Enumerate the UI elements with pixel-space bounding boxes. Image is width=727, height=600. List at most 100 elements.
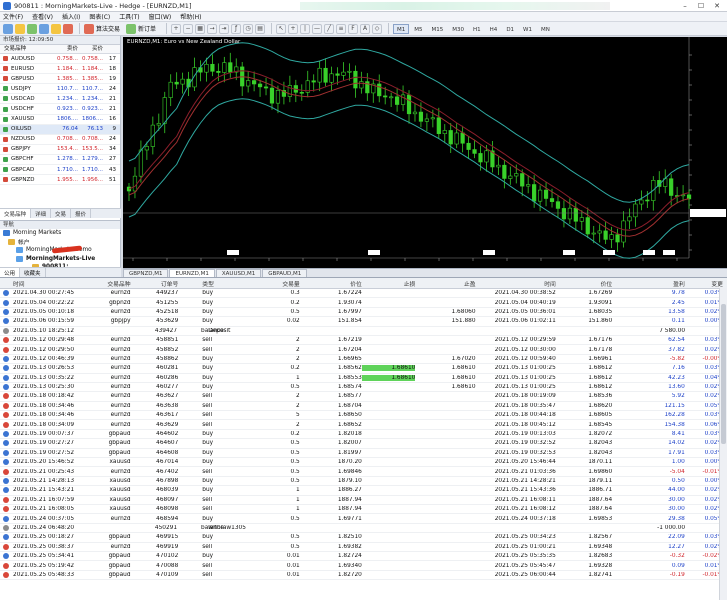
table-row[interactable]: 2021.05.21 15:43:21 xauusd 468039 buy 1 1886.… [0,486,727,496]
trendline-icon[interactable]: ╱ [324,23,335,34]
close-icon[interactable]: ✕ [709,0,725,11]
header-sl[interactable]: 止损 [362,279,416,288]
table-row[interactable]: 2021.05.06 00:15:59 gbpjpy 453629 buy 0.02 15… [0,317,727,327]
table-row[interactable]: 2021.05.19 00:27:52 gbpaud 464608 buy 0.5 1.8… [0,449,727,459]
table-row[interactable]: 2021.05.24 00:37:05 eurnzd 468594 buy 0.5 1.6… [0,514,727,524]
periods-icon[interactable]: ◷ [243,23,254,34]
table-row[interactable]: 2021.05.25 00:18:27 gbpaud 469915 buy 0.5 1.8… [0,533,727,543]
table-row[interactable]: 2021.05.24 06:48:20 450291 balance withraw1… [0,524,727,534]
header-close-time[interactable]: 时间 [477,279,556,288]
tab-favorites[interactable]: 收藏夹 [20,268,46,277]
zoom-out-icon[interactable]: − [183,23,194,34]
terminal-icon[interactable] [51,23,61,34]
maximize-icon[interactable]: ☐ [693,0,709,11]
algo-trading-icon[interactable] [84,23,94,34]
chart-tab-xauusd[interactable]: XAUUSD,M1 [215,269,262,277]
tf-m5[interactable]: M5 [410,24,426,34]
header-type[interactable]: 类型 [178,279,254,288]
menu-window[interactable]: 窗口(W) [149,12,172,21]
tab-ticks[interactable]: 报价 [71,209,92,218]
table-row[interactable]: 2021.05.25 05:48:33 gbpaud 470109 sell 0.01 1… [0,571,727,581]
new-chart-icon[interactable] [3,23,13,34]
chart-tab-gbpaud[interactable]: GBPAUD,M1 [262,269,308,277]
chart-shift-icon[interactable]: ⇥ [219,23,230,34]
menu-help[interactable]: 帮助(H) [180,12,201,21]
table-row[interactable]: 2021.05.05 00:10:18 eurnzd 452518 buy 0.5 1.6… [0,308,727,318]
table-row[interactable]: 2021.05.21 00:25:43 eurnzd 467402 sell 0.5 1.… [0,467,727,477]
header-time[interactable]: 时间 [0,279,92,288]
menu-tools[interactable]: 工具(T) [119,12,139,21]
fibonacci-icon[interactable]: F [348,23,359,34]
table-row[interactable]: 2021.05.12 00:29:48 eurnzd 458851 sell 2 1.67… [0,336,727,346]
market-watch-row[interactable]: GBPCHF 1.278... 1.279... 27 [0,155,120,166]
nav-server-live[interactable]: MorningMarkets-Live [0,255,120,264]
cursor-icon[interactable]: ↖ [276,23,287,34]
menu-view[interactable]: 查看(V) [32,12,53,21]
table-row[interactable]: 2021.05.19 00:27:27 gbpaud 464607 buy 0.5 1.8… [0,439,727,449]
chart-tab-eurnzd[interactable]: EURNZD,M1 [169,269,215,277]
table-row[interactable]: 2021.05.18 00:34:46 eurnzd 463638 sell 2 1.68… [0,402,727,412]
templates-icon[interactable]: ▤ [255,23,266,34]
table-row[interactable]: 2021.05.13 00:25:30 eurnzd 460277 buy 0.5 1.6… [0,383,727,393]
table-row[interactable]: 2021.05.18 00:18:42 eurnzd 463627 sell 2 1.68… [0,392,727,402]
tab-symbols[interactable]: 交易品种 [0,209,32,218]
algo-trading-button[interactable]: 算法交易 [96,24,120,33]
market-watch-row[interactable]: AUDUSD 0.758... 0.758... 17 [0,54,120,65]
autoscroll-icon[interactable]: → [207,23,218,34]
candlestick-chart[interactable] [123,37,727,268]
tf-h1[interactable]: H1 [469,24,485,34]
tf-m30[interactable]: M30 [448,24,468,34]
table-row[interactable]: 2021.05.13 00:26:53 eurnzd 460281 buy 0.2 1.6… [0,364,727,374]
tf-m1[interactable]: M1 [393,23,410,34]
horizontal-line-icon[interactable]: — [312,23,323,34]
menu-file[interactable]: 文件(F) [3,12,23,21]
indicators-icon[interactable]: ƒ [231,23,242,34]
market-watch-row[interactable]: USDCHF 0.923... 0.923... 21 [0,104,120,115]
market-watch-row[interactable]: USDJPY 110.7... 110.7... 24 [0,84,120,95]
vertical-line-icon[interactable]: | [300,23,311,34]
tile-icon[interactable]: ▦ [195,23,206,34]
header-tp[interactable]: 止盈 [415,279,476,288]
header-volume[interactable]: 交易量 [254,279,299,288]
tf-mn[interactable]: MN [537,24,554,34]
vertical-scrollbar[interactable] [719,288,727,600]
market-watch-row[interactable]: XAUUSD 1806.... 1806.... 16 [0,115,120,125]
table-row[interactable]: 2021.05.19 00:07:37 gbpaud 464602 buy 0.2 1.8… [0,430,727,440]
table-row[interactable]: 2021.05.18 00:34:46 eurnzd 463617 sell 5 1.68… [0,411,727,421]
col-spread[interactable] [103,45,118,53]
market-watch-row[interactable]: GBPJPY 153.4... 153.5... 34 [0,145,120,155]
chart-tab-gbpnzd[interactable]: GBPNZD,M1 [123,269,169,277]
header-profit[interactable]: 盈利 [635,279,685,288]
new-order-icon[interactable] [126,23,137,34]
header-close-price[interactable]: 价位 [556,279,613,288]
table-row[interactable]: 2021.05.12 00:46:39 eurnzd 458862 buy 2 1.669… [0,355,727,365]
market-watch-row[interactable]: OILUSD 76.04 76.13 9 [0,124,120,135]
table-row[interactable]: 2021.05.20 15:46:52 xauusd 467014 buy 0.5 187… [0,458,727,468]
table-row[interactable]: 2021.05.25 05:34:41 gbpaud 470102 buy 0.01 1.… [0,552,727,562]
profiles-icon[interactable] [15,23,25,34]
market-watch-row[interactable]: USDCAD 1.234... 1.234... 21 [0,94,120,105]
shapes-icon[interactable]: ◇ [372,23,383,34]
market-watch-row[interactable]: NZDUSD 0.708... 0.708... 24 [0,135,120,145]
col-ask[interactable]: 买价 [78,45,103,53]
table-row[interactable]: 2021.05.21 14:28:13 xauusd 467898 buy 0.5 187… [0,477,727,487]
table-row[interactable]: 2021.05.04 00:22:22 gbpnzd 451255 buy 0.2 1.9… [0,298,727,308]
table-row[interactable]: 2021.05.10 18:25:12 439427 balance Deposit 7… [0,327,727,336]
tab-common[interactable]: 公用 [0,268,21,277]
scrollbar-thumb[interactable] [721,304,726,444]
market-watch-row[interactable]: GBPUSD 1.385... 1.385... 19 [0,74,120,85]
tab-trading[interactable]: 交易 [51,209,72,218]
minimize-icon[interactable]: – [677,0,693,11]
table-row[interactable]: 2021.05.21 16:07:59 xauusd 468097 sell 1 1887… [0,496,727,505]
new-order-button[interactable]: 新订单 [138,24,156,33]
market-watch-row[interactable]: GBPCAD 1.710... 1.710... 43 [0,165,120,176]
col-symbol[interactable]: 交易品种 [0,45,52,53]
nav-accounts[interactable]: 帐户 [0,238,120,246]
navigator-icon[interactable] [39,23,49,34]
table-row[interactable]: 2021.05.25 00:38:37 eurnzd 469919 sell 0.5 1.… [0,543,727,552]
zoom-in-icon[interactable]: + [171,23,182,34]
table-row[interactable]: 2021.05.21 16:08:05 xauusd 468098 sell 1 1887… [0,505,727,515]
tester-icon[interactable] [63,23,73,34]
channel-icon[interactable]: ≡ [336,23,347,34]
table-row[interactable]: 2021.05.18 00:34:09 eurnzd 463629 sell 2 1.68… [0,420,727,430]
